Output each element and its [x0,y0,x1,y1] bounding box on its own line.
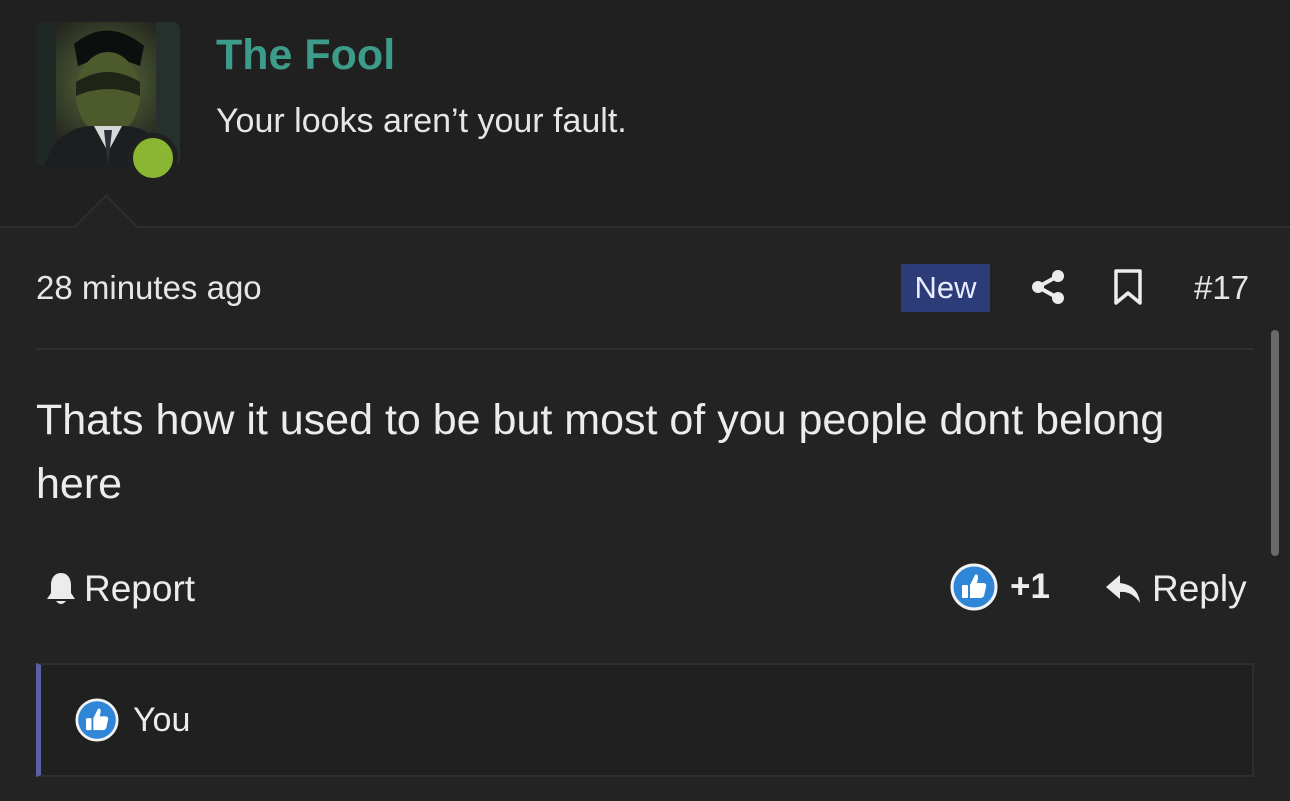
report-label: Report [84,568,196,609]
header-pointer [72,194,140,229]
meta-divider [36,348,1254,350]
thumbs-up-icon [950,563,998,611]
reactions-summary[interactable]: You [36,663,1254,777]
bookmark-icon[interactable] [1110,268,1146,306]
username[interactable]: The Fool [216,30,395,80]
reactions-user-list[interactable]: You [133,701,190,740]
post-body: Thats how it used to be but most of you … [36,396,1165,508]
reply-label: Reply [1152,568,1247,609]
reaction-button[interactable]: +1 [950,563,1050,611]
reaction-count: +1 [1010,567,1050,606]
reply-button[interactable]: Reply [1104,566,1247,612]
report-button[interactable]: Report [44,566,195,612]
reply-arrow-icon [1106,575,1140,603]
thumbs-up-icon [75,698,119,742]
user-title: Your looks aren’t your fault. [216,102,627,140]
online-status-dot [128,133,178,183]
scrollbar[interactable] [1271,330,1279,556]
bell-icon [47,573,75,604]
new-badge: New [901,264,990,312]
forum-post: The Fool Your looks aren’t your fault. 2… [0,0,1290,801]
share-icon[interactable] [1029,268,1067,306]
user-header: The Fool Your looks aren’t your fault. [0,0,1290,229]
post-timestamp[interactable]: 28 minutes ago [36,266,262,310]
post-number-link[interactable]: #17 [1194,266,1249,310]
